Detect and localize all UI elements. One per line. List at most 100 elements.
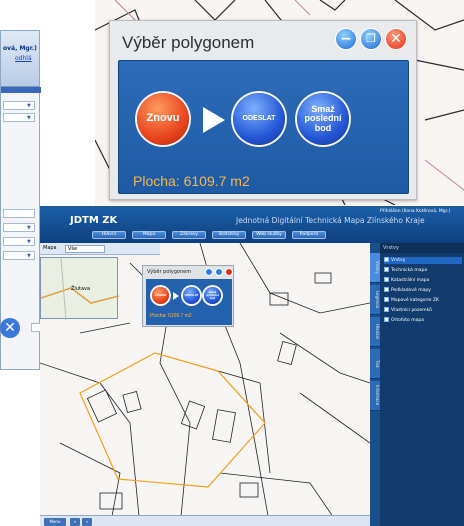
arrow-right-icon	[203, 107, 225, 133]
delete-last-point-button[interactable]: Smaž poslední bod	[297, 93, 349, 145]
send-button-label: ODESLAT	[242, 115, 276, 123]
minimap-label: Žlutava	[71, 286, 91, 292]
map-select-label: Mapa	[43, 245, 57, 251]
next-button-label: »	[85, 519, 89, 524]
tab-drawings-label: Zákresy	[180, 232, 198, 237]
chevron-down-icon: ▼	[27, 103, 31, 109]
logout-link[interactable]: odhlá	[15, 55, 32, 62]
close-icon[interactable]	[225, 268, 233, 276]
minimize-icon[interactable]: −	[335, 28, 357, 50]
left-panel-select-5[interactable]: ▼	[3, 251, 35, 260]
layer-item[interactable]: Vlastníci pozemků	[384, 307, 462, 314]
tab-layers[interactable]: Vrstvy	[370, 253, 380, 283]
layer-label: Podkladové mapy	[391, 288, 431, 293]
layer-item[interactable]: Katastrální mapa	[384, 277, 462, 284]
send-button-label: ODESLAT	[184, 292, 199, 297]
restore-icon[interactable]: ❐	[360, 28, 382, 50]
next-button[interactable]: »	[82, 518, 92, 526]
layer-panel: Vrstvy Legenda Hledání Tisk Informace Vr…	[370, 243, 464, 526]
checkbox-icon[interactable]	[384, 257, 389, 262]
tab-map-label: Mapa	[142, 232, 156, 237]
app-window: JDTM ZK Jednotná Digitální Technická Map…	[40, 206, 464, 526]
send-button[interactable]: ODESLAT	[233, 93, 285, 145]
map-select-value: Vše	[68, 246, 78, 252]
app-subtitle: Jednotná Digitální Technická Mapa Zlínsk…	[236, 216, 425, 225]
map-canvas[interactable]: Mapa Vše Žlutava Výběr polygonem Znovu O…	[40, 243, 370, 526]
delete-last-point-button[interactable]: Smaž poslední bod	[204, 287, 221, 304]
checkbox-icon[interactable]	[384, 277, 389, 282]
layer-label: Technická mapa	[391, 268, 428, 273]
layer-item[interactable]: Technická mapa	[384, 267, 462, 274]
tab-search[interactable]: Hledání	[370, 317, 380, 347]
left-panel-select-2[interactable]: ▼	[3, 113, 35, 122]
menu-button[interactable]: Menu	[44, 518, 66, 526]
tab-legend[interactable]: Legenda	[370, 285, 380, 315]
send-button[interactable]: ODESLAT	[183, 287, 200, 304]
layer-label: Vlastníci pozemků	[391, 308, 432, 313]
map-layer-select[interactable]: Vše	[65, 245, 105, 253]
dialog-content: Znovu ODESLAT Smaž poslední bod Plocha: …	[118, 60, 409, 194]
layer-item[interactable]: Podkladové mapy	[384, 287, 462, 294]
layer-panel-header: Vrstvy	[380, 243, 464, 253]
tab-layers-label: Vrstvy	[375, 261, 380, 274]
layer-item[interactable]: Vrstvy	[384, 257, 462, 264]
layer-label: Vrstvy	[391, 258, 406, 263]
checkbox-icon[interactable]	[384, 297, 389, 302]
close-icon[interactable]: ✕	[385, 28, 407, 50]
tab-main[interactable]: Hlavní	[92, 231, 126, 239]
small-dialog-content: Znovu ODESLAT Smaž poslední bod Plocha: …	[146, 279, 232, 325]
map-bottom-bar: Menu « »	[40, 515, 370, 526]
left-panel-select-1[interactable]: ▼	[3, 101, 35, 110]
chevron-down-icon: ▼	[27, 253, 31, 259]
menu-button-label: Menu	[49, 519, 61, 524]
tab-drawings[interactable]: Zákresy	[172, 231, 206, 239]
checkbox-icon[interactable]	[384, 267, 389, 272]
app-header: JDTM ZK Jednotná Digitální Technická Map…	[40, 207, 464, 243]
chevron-down-icon: ▼	[27, 115, 31, 121]
checkbox-icon[interactable]	[384, 287, 389, 292]
tab-main-label: Hlavní	[101, 232, 117, 237]
again-button[interactable]: Znovu	[137, 93, 189, 145]
chevron-down-icon: ▼	[27, 239, 31, 245]
prev-button-label: «	[73, 519, 77, 524]
checkbox-icon[interactable]	[384, 317, 389, 322]
again-button-label: Znovu	[146, 112, 180, 125]
delete-last-point-label: Smaž poslední bod	[304, 103, 342, 133]
delete-last-point-label: Smaž poslední bod	[206, 289, 219, 301]
checkbox-icon[interactable]	[384, 307, 389, 312]
small-dialog-title: Výběr polygonem	[147, 269, 192, 275]
restore-icon[interactable]	[215, 268, 223, 276]
dialog-title: Výběr polygonem	[122, 33, 255, 52]
tab-map[interactable]: Mapa	[132, 231, 166, 239]
again-button-label: Znovu	[154, 292, 167, 298]
layer-label: Ortofoto mapa	[391, 318, 424, 323]
prev-button[interactable]: «	[70, 518, 80, 526]
tab-web-services-label: Web služby	[256, 232, 282, 237]
left-panel-select-4[interactable]: ▼	[3, 237, 35, 246]
tab-info[interactable]: Informace	[370, 381, 380, 411]
layer-item[interactable]: Mapové kategorie ZK	[384, 297, 462, 304]
polygon-selection-dialog-small: Výběr polygonem Znovu ODESLAT Smaž posle…	[142, 265, 234, 327]
tab-print[interactable]: Tisk	[370, 349, 380, 379]
arrow-right-icon	[173, 292, 179, 300]
left-panel-select-3[interactable]: ▼	[3, 223, 35, 232]
area-readout: Plocha: 6109.7 m2	[150, 313, 192, 319]
layer-item[interactable]: Ortofoto mapa	[384, 317, 462, 324]
tab-statistics-label: Statistiky	[218, 232, 240, 237]
layer-panel-tabs: Vrstvy Legenda Hledání Tisk Informace	[370, 243, 380, 526]
overview-minimap[interactable]: Žlutava	[40, 257, 120, 321]
tab-statistics[interactable]: Statistiky	[212, 231, 246, 239]
tab-support[interactable]: Podpora	[292, 231, 326, 239]
minimize-icon[interactable]	[205, 268, 213, 276]
layer-label: Katastrální mapa	[391, 278, 430, 283]
tab-support-label: Podpora	[299, 232, 319, 237]
tab-web-services[interactable]: Web služby	[252, 231, 286, 239]
close-icon[interactable]: ✕	[0, 318, 20, 338]
layer-label: Mapové kategorie ZK	[391, 298, 439, 303]
chevron-down-icon: ▼	[27, 225, 31, 231]
tab-print-label: Tisk	[375, 359, 380, 368]
left-panel-input-1[interactable]	[3, 209, 35, 218]
again-button[interactable]: Znovu	[152, 287, 169, 304]
area-readout: Plocha: 6109.7 m2	[133, 173, 250, 189]
left-panel-user: ová, Mgr.)	[3, 45, 37, 52]
